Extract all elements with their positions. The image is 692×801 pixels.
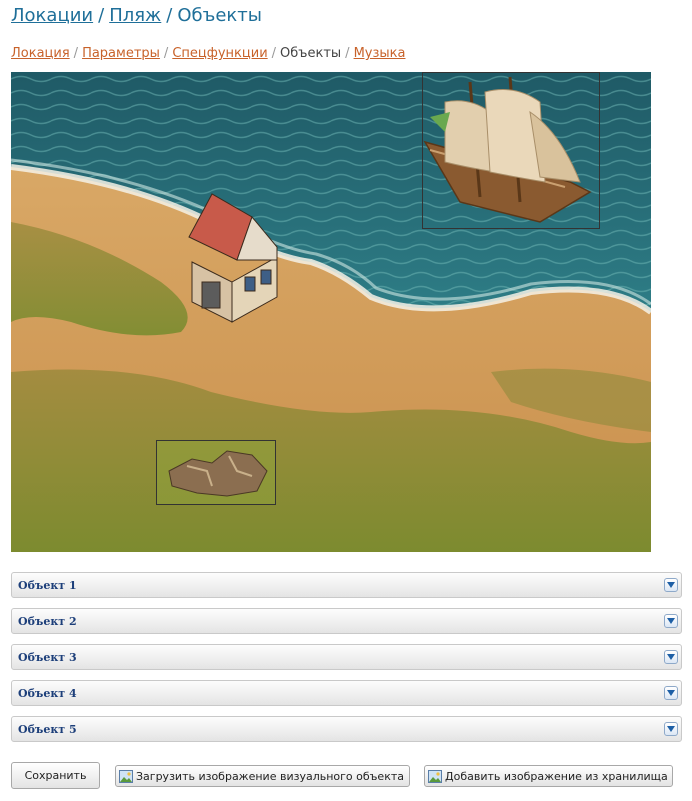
tab-music[interactable]: Музыка xyxy=(354,46,406,61)
breadcrumb-separator: / xyxy=(163,46,169,61)
upload-image-label: Загрузить изображение визуального объект… xyxy=(136,769,404,783)
chevron-down-icon[interactable] xyxy=(664,578,678,592)
accordion-label: Объект 1 xyxy=(18,579,77,592)
accordion-object-4[interactable]: Объект 4 xyxy=(11,680,682,706)
image-icon xyxy=(119,769,133,783)
upload-image-button[interactable]: Загрузить изображение визуального объект… xyxy=(115,765,410,787)
accordion-label: Объект 5 xyxy=(18,723,77,736)
breadcrumb-separator: / xyxy=(345,46,350,61)
house-object[interactable] xyxy=(187,192,282,327)
add-from-storage-button[interactable]: Добавить изображение из хранилища xyxy=(424,765,673,787)
title-separator: / xyxy=(166,5,173,26)
breadcrumb-separator: / xyxy=(73,46,79,61)
accordion-label: Объект 3 xyxy=(18,651,77,664)
image-icon xyxy=(428,769,442,783)
breadcrumb-separator: / xyxy=(271,46,277,61)
accordion-object-2[interactable]: Объект 2 xyxy=(11,608,682,634)
accordion-label: Объект 4 xyxy=(18,687,77,700)
save-button[interactable]: Сохранить xyxy=(11,762,100,789)
breadcrumb: Локация / Параметры / Спецфункции / Объекты / Му… xyxy=(11,46,405,61)
chevron-down-icon[interactable] xyxy=(664,722,678,736)
chevron-down-icon[interactable] xyxy=(664,614,678,628)
chevron-down-icon[interactable] xyxy=(664,686,678,700)
add-from-storage-label: Добавить изображение из хранилища xyxy=(445,769,668,783)
tab-special-functions[interactable]: Спецфункции xyxy=(172,46,267,61)
title-separator: / xyxy=(98,5,105,26)
accordion-object-3[interactable]: Объект 3 xyxy=(11,644,682,670)
rock-selection-box[interactable] xyxy=(156,440,276,505)
page-title: Локации / Пляж / Объекты xyxy=(11,5,262,26)
accordion-object-5[interactable]: Объект 5 xyxy=(11,716,682,742)
title-link-beach[interactable]: Пляж xyxy=(109,5,161,26)
accordion-object-1[interactable]: Объект 1 xyxy=(11,572,682,598)
title-current: Объекты xyxy=(177,5,262,26)
tab-objects-current: Объекты xyxy=(280,46,342,61)
tab-parameters[interactable]: Параметры xyxy=(82,46,160,61)
title-link-locations[interactable]: Локации xyxy=(11,5,93,26)
chevron-down-icon[interactable] xyxy=(664,650,678,664)
location-scene[interactable] xyxy=(11,72,651,552)
tab-location[interactable]: Локация xyxy=(11,46,70,61)
accordion-label: Объект 2 xyxy=(18,615,77,628)
ship-selection-box[interactable] xyxy=(422,72,600,229)
